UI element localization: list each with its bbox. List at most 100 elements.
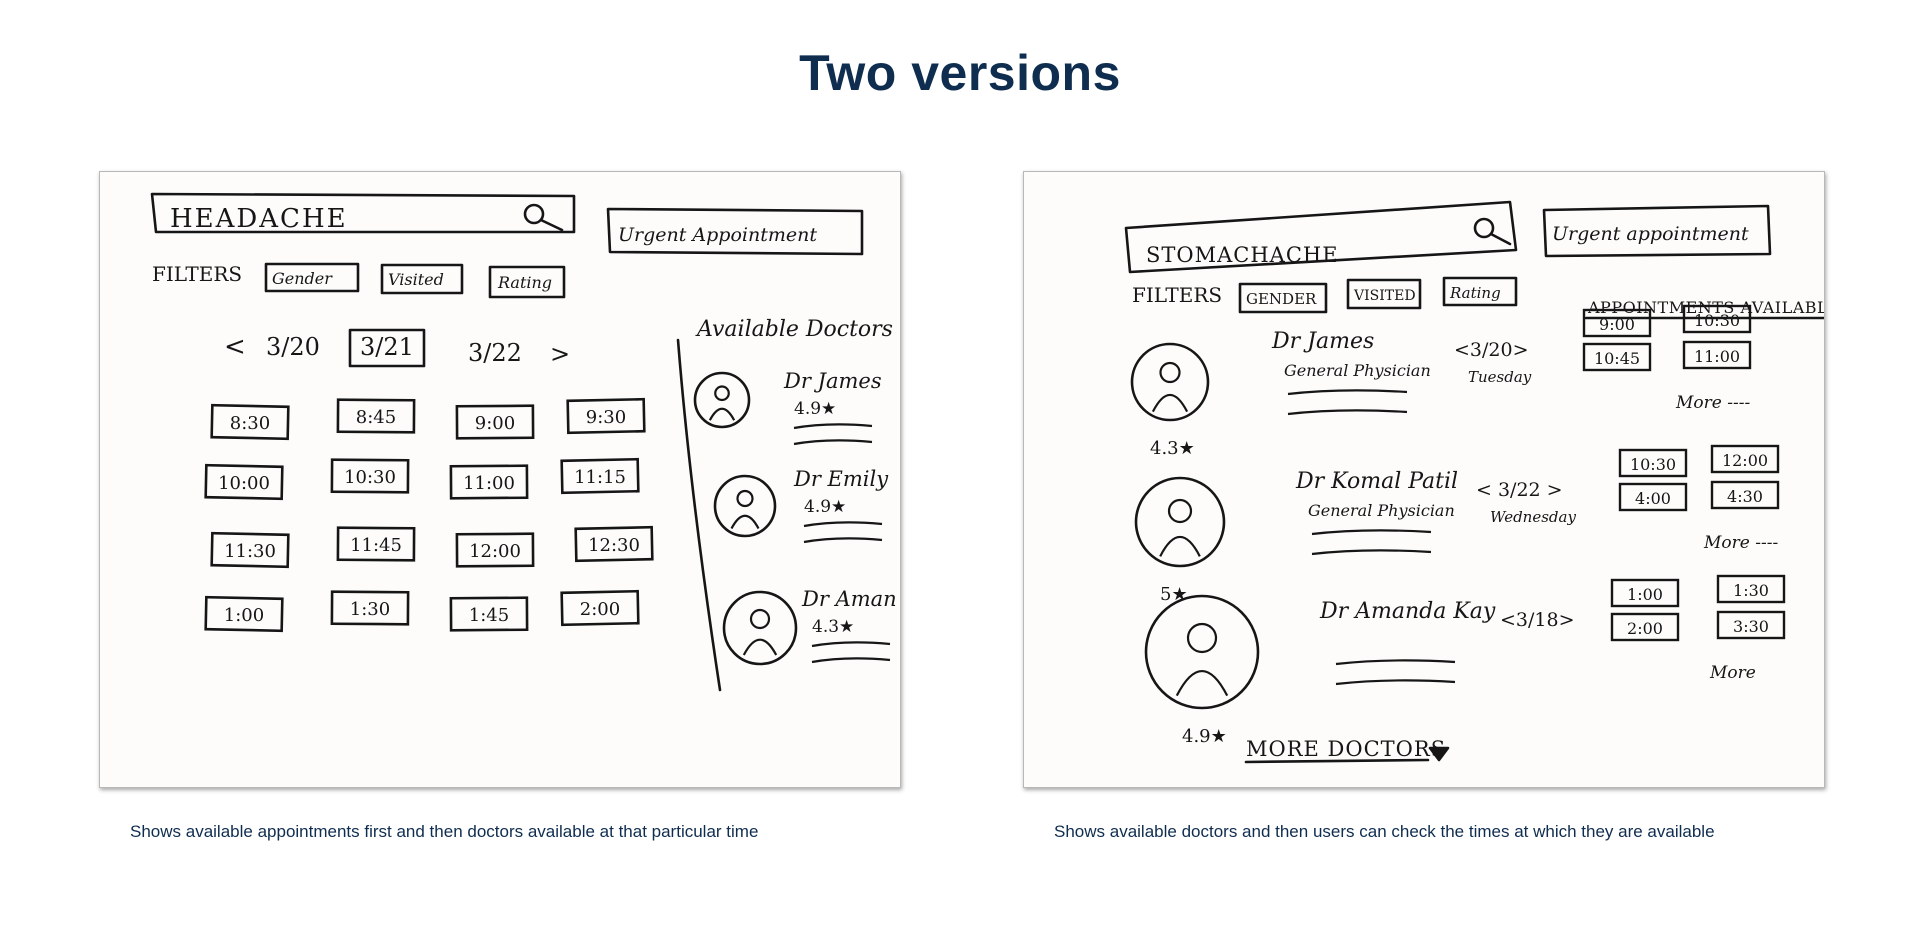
doctor-name[interactable]: Dr Aman	[801, 587, 897, 611]
doctor-avatar	[722, 590, 798, 666]
filters-label: FILTERS	[152, 262, 242, 286]
time-slot-label[interactable]: 1:00	[1627, 585, 1663, 604]
sketch-version-2: STOMACHACHE Urgent appointment FILTERS G…	[1023, 171, 1825, 788]
search-icon[interactable]	[1473, 217, 1512, 246]
caption-version-1: Shows available appointments first and t…	[130, 822, 759, 841]
time-slot-label[interactable]: 1:00	[224, 605, 264, 626]
filter-visited-label[interactable]: Visited	[388, 270, 444, 289]
search-text[interactable]: HEADACHE	[170, 204, 348, 234]
filter-visited-label[interactable]: VISITED	[1353, 288, 1416, 304]
doctor-info-scribble	[1335, 679, 1456, 686]
page-title: Two versions	[799, 45, 1121, 101]
doctor-info-scribble	[1311, 529, 1432, 536]
date-3-20[interactable]: 3/20	[266, 333, 320, 361]
time-slot-label[interactable]: 11:00	[1694, 347, 1740, 366]
doctor-avatar	[1134, 476, 1226, 568]
date-3-22[interactable]: 3/22	[468, 339, 522, 367]
more-doctors-button[interactable]: MORE DOCTORS	[1246, 737, 1446, 761]
doctor-avatar	[693, 371, 751, 429]
time-slot-grid: 8:30 8:45 9:00 9:30 10:00 10:30 11:00 11:15 11:3…	[204, 397, 654, 633]
doctor-info-scribble	[803, 521, 883, 528]
doctor-info-scribble	[1335, 659, 1456, 666]
time-slot-label[interactable]: 12:30	[588, 535, 640, 556]
doctor-avatar	[713, 474, 777, 538]
doctor-name[interactable]: Dr James	[783, 369, 882, 393]
sketch-version-2-drawing: STOMACHACHE Urgent appointment FILTERS G…	[1124, 200, 1824, 764]
doctor-rating: 4.3★	[812, 617, 854, 637]
sketch-version-1: HEADACHE Urgent Appointment FILTERS Gend…	[99, 171, 901, 788]
doctor-info-scribble	[803, 537, 883, 544]
time-slot-label[interactable]: 11:15	[574, 467, 626, 488]
time-slot-label[interactable]: 9:00	[1599, 315, 1635, 334]
doctor-info-scribble	[811, 657, 891, 664]
time-slot-label[interactable]: 10:30	[1630, 455, 1676, 474]
doctor-rating: 4.3★	[1150, 438, 1195, 459]
doctor-avatar	[1130, 342, 1210, 422]
time-slot-label[interactable]: 11:00	[463, 473, 515, 494]
date-prev-arrow[interactable]: <	[224, 332, 246, 362]
doctor-rating: 4.9★	[794, 399, 836, 419]
time-slot-label[interactable]: 2:00	[1627, 619, 1663, 638]
filters-label: FILTERS	[1132, 283, 1222, 307]
caption-version-2: Shows available doctors and then users c…	[1054, 822, 1715, 841]
time-slot-label[interactable]: 12:00	[1722, 451, 1768, 470]
doctors-panel-divider	[676, 338, 722, 692]
time-slot-label[interactable]: 9:00	[475, 413, 515, 434]
doctor-avatar	[1144, 594, 1260, 710]
filter-rating-label[interactable]: Rating	[1449, 284, 1501, 302]
doctor-specialty: General Physician	[1308, 501, 1455, 520]
doctor-list: 4.3★ Dr James General Physician <3/20> Tuesd…	[1130, 304, 1786, 747]
time-slot-label[interactable]: 10:30	[344, 467, 396, 488]
time-slot-label[interactable]: 11:45	[350, 535, 402, 556]
time-slot-label[interactable]: 4:30	[1727, 487, 1763, 506]
more-times-link[interactable]: More ----	[1703, 533, 1778, 553]
doctor-rating: 5★	[1160, 584, 1188, 605]
time-slot-label[interactable]: 1:30	[350, 599, 390, 620]
urgent-appointment-label[interactable]: Urgent appointment	[1552, 223, 1749, 245]
time-slot-label[interactable]: 11:30	[224, 541, 276, 562]
doctor-name[interactable]: Dr James	[1271, 329, 1374, 354]
search-text[interactable]: STOMACHACHE	[1146, 243, 1339, 267]
time-slot-label[interactable]: 2:00	[580, 599, 620, 620]
doctor-name[interactable]: Dr Emily	[793, 467, 889, 491]
time-slot-label[interactable]: 10:00	[218, 473, 270, 494]
doctor-info-scribble	[1287, 409, 1408, 416]
time-slot-label[interactable]: 9:30	[586, 407, 626, 428]
doctor-date[interactable]: <3/18>	[1500, 609, 1575, 631]
available-doctors-label: Available Doctors	[695, 317, 893, 342]
doctor-date[interactable]: <3/20>	[1454, 339, 1529, 361]
urgent-appointment-label[interactable]: Urgent Appointment	[618, 224, 817, 246]
filter-gender-label[interactable]: Gender	[272, 269, 333, 288]
doctor-specialty: General Physician	[1284, 361, 1431, 380]
time-slot-label[interactable]: 8:45	[356, 407, 396, 428]
time-slot-label[interactable]: 1:30	[1733, 581, 1769, 600]
time-slot-label[interactable]: 8:30	[230, 413, 270, 434]
time-slot-label[interactable]: 12:00	[469, 541, 521, 562]
time-slot-label[interactable]: 3:30	[1733, 617, 1769, 636]
time-slot-label[interactable]: 10:30	[1694, 311, 1740, 330]
doctor-info-scribble	[811, 641, 891, 648]
time-slot-label[interactable]: 10:45	[1594, 349, 1640, 368]
doctor-list: Dr James 4.9★ Dr Emily 4.9★ Dr Aman 4.3★	[693, 369, 897, 666]
more-times-link[interactable]: More	[1709, 663, 1756, 683]
doctor-date[interactable]: < 3/22 >	[1476, 479, 1563, 501]
doctor-day: Wednesday	[1490, 508, 1576, 526]
search-icon[interactable]	[523, 203, 564, 232]
more-times-link[interactable]: More ----	[1675, 393, 1750, 413]
doctor-rating: 4.9★	[1182, 726, 1227, 747]
doctor-info-scribble	[793, 423, 873, 430]
doctor-day: Tuesday	[1468, 368, 1532, 386]
date-3-21-selected[interactable]: 3/21	[360, 333, 414, 361]
time-slot-label[interactable]: 4:00	[1635, 489, 1671, 508]
filter-gender-label[interactable]: GENDER	[1246, 290, 1317, 308]
sketch-version-1-drawing: HEADACHE Urgent Appointment FILTERS Gend…	[150, 192, 897, 692]
doctor-name[interactable]: Dr Amanda Kay	[1319, 599, 1496, 624]
date-next-arrow[interactable]: >	[550, 340, 570, 368]
doctor-info-scribble	[1311, 549, 1432, 556]
filter-rating-label[interactable]: Rating	[497, 273, 552, 292]
doctor-info-scribble	[1287, 389, 1408, 396]
doctor-info-scribble	[793, 439, 873, 446]
time-slot-label[interactable]: 1:45	[469, 605, 509, 626]
doctor-rating: 4.9★	[804, 497, 846, 517]
doctor-name[interactable]: Dr Komal Patil	[1295, 469, 1458, 494]
